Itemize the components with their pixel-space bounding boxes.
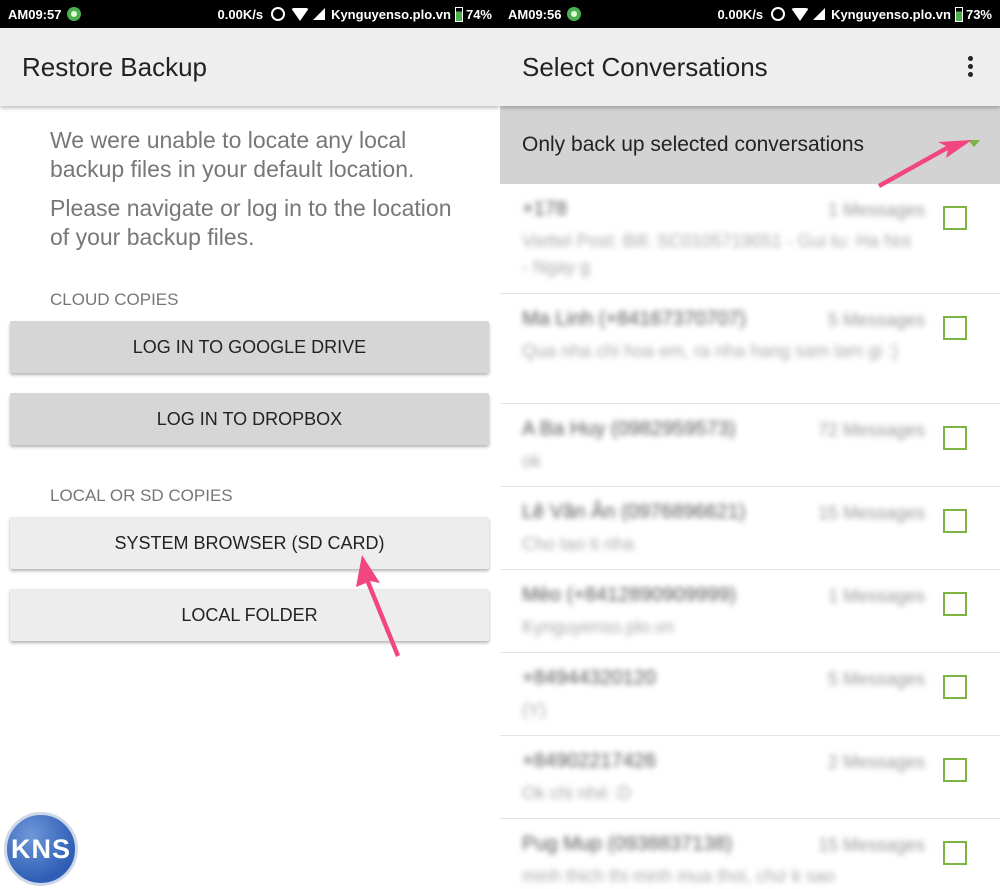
conversation-name: Mèo (+8412890909999)	[522, 584, 737, 606]
list-item[interactable]: +84902217426 2 Messages Ok chị nhé :D	[500, 736, 1000, 819]
message-snippet: (Y)	[522, 700, 546, 720]
select-checkbox[interactable]	[943, 316, 967, 340]
battery-percent: 73%	[965, 6, 992, 22]
app-notification-icon	[567, 7, 582, 21]
list-item[interactable]: +178 1 Messages Viettel Post: Bill: SC0105…	[500, 184, 1000, 294]
wifi-icon	[791, 7, 810, 21]
cloud-copies-label: CLOUD COPIES	[50, 290, 179, 309]
conversation-name: Pug Mup (0938837138)	[522, 833, 733, 855]
message-count: 2 Messages	[827, 752, 925, 772]
message-snippet: ok	[522, 451, 542, 471]
app-bar: Restore Backup	[0, 28, 500, 106]
message-count: 5 Messages	[827, 310, 925, 330]
overflow-menu-icon[interactable]	[968, 56, 974, 80]
select-checkbox[interactable]	[943, 841, 967, 865]
select-checkbox[interactable]	[943, 206, 967, 230]
network-speed: 0.00K/s	[217, 6, 264, 22]
restore-backup-screen: AM09:57 0.00K/s Kynguyenso.plo.vn 74% Re…	[0, 0, 500, 889]
info-message: We were unable to locate any local backu…	[0, 106, 470, 252]
info-line-2: Please navigate or log in to the locatio…	[50, 195, 452, 250]
local-folder-button[interactable]: LOCAL FOLDER	[10, 589, 489, 641]
select-checkbox[interactable]	[943, 509, 967, 533]
alarm-icon	[271, 7, 286, 21]
battery-icon	[954, 6, 963, 22]
conversation-name: Ma Linh (+84167370707)	[522, 308, 747, 330]
conversation-name: +84944320120	[522, 667, 657, 689]
list-item[interactable]: Lê Văn Ân (0976896621) 15 Messages Cho tao…	[500, 487, 1000, 570]
message-snippet: Viettel Post: Bill: SC0105719051 - Gui t…	[522, 231, 911, 277]
select-checkbox[interactable]	[943, 426, 967, 450]
message-snippet: Kynguyenso.plo.vn	[522, 617, 675, 637]
wifi-icon	[291, 7, 310, 21]
network-speed: 0.00K/s	[717, 6, 764, 22]
dropbox-button[interactable]: LOG IN TO DROPBOX	[10, 393, 489, 445]
message-count: 72 Messages	[817, 420, 925, 440]
select-checkbox[interactable]	[943, 675, 967, 699]
battery-percent: 74%	[465, 6, 492, 22]
status-time: AM09:57	[8, 6, 62, 22]
list-item[interactable]: A Ba Huy (0982959573) 72 Messages ok	[500, 404, 1000, 487]
signal-icon	[813, 8, 826, 20]
dropdown-selected-value: Only back up selected conversations	[522, 133, 865, 156]
status-site: Kynguyenso.plo.vn	[831, 6, 951, 22]
message-count: 1 Messages	[827, 200, 925, 220]
local-copies-label: LOCAL OR SD COPIES	[50, 486, 233, 505]
select-conversations-screen: AM09:56 0.00K/s Kynguyenso.plo.vn 73% Se…	[500, 0, 1000, 889]
kns-logo: KNS	[4, 812, 78, 886]
conversation-name: A Ba Huy (0982959573)	[522, 418, 736, 440]
signal-icon	[313, 8, 326, 20]
message-count: 5 Messages	[827, 669, 925, 689]
message-snippet: Ok chị nhé :D	[522, 783, 632, 803]
battery-icon	[454, 6, 463, 22]
app-bar: Select Conversations	[500, 28, 1000, 106]
info-line-1: We were unable to locate any local backu…	[50, 127, 415, 182]
status-bar: AM09:57 0.00K/s Kynguyenso.plo.vn 74%	[0, 0, 500, 28]
select-checkbox[interactable]	[943, 758, 967, 782]
conversation-list: +178 1 Messages Viettel Post: Bill: SC0105…	[500, 184, 1000, 889]
select-checkbox[interactable]	[943, 592, 967, 616]
conversation-name: Lê Văn Ân (0976896621)	[522, 501, 746, 523]
message-snippet: minh thich thi minh mua thoi, chứ k sao	[522, 866, 836, 886]
message-snippet: Cho tao ti nha	[522, 534, 635, 554]
chevron-down-icon	[968, 140, 980, 147]
conversation-name: +84902217426	[522, 750, 657, 772]
system-browser-button[interactable]: SYSTEM BROWSER (SD CARD)	[10, 517, 489, 569]
status-site: Kynguyenso.plo.vn	[331, 6, 451, 22]
message-count: 1 Messages	[827, 586, 925, 606]
message-count: 15 Messages	[817, 835, 925, 855]
list-item[interactable]: Mèo (+8412890909999) 1 Messages Kynguyenso…	[500, 570, 1000, 653]
list-item[interactable]: +84944320120 5 Messages (Y)	[500, 653, 1000, 736]
backup-mode-dropdown[interactable]: Only back up selected conversations	[500, 106, 1000, 184]
google-drive-button[interactable]: LOG IN TO GOOGLE DRIVE	[10, 321, 489, 373]
conversation-name: +178	[522, 198, 568, 220]
status-bar: AM09:56 0.00K/s Kynguyenso.plo.vn 73%	[500, 0, 1000, 28]
status-time: AM09:56	[508, 6, 562, 22]
page-title: Restore Backup	[22, 51, 207, 82]
alarm-icon	[771, 7, 786, 21]
message-snippet: Qua nha chi hoa em, ra nha hang sam lam …	[522, 341, 899, 361]
list-item[interactable]: Ma Linh (+84167370707) 5 Messages Qua nha …	[500, 294, 1000, 404]
message-count: 15 Messages	[817, 503, 925, 523]
page-title: Select Conversations	[522, 51, 768, 82]
list-item[interactable]: Pug Mup (0938837138) 15 Messages minh thic…	[500, 819, 1000, 889]
app-notification-icon	[67, 7, 82, 21]
